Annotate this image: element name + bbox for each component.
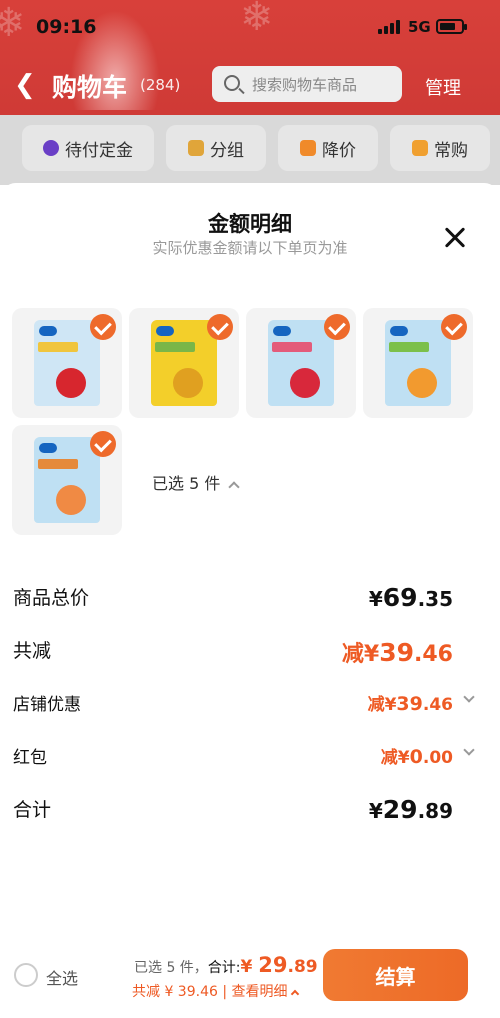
signal-icon [378, 20, 402, 34]
select-all-radio[interactable] [14, 963, 38, 987]
chevron-down-icon [463, 691, 475, 703]
checkout-bar: 全选 已选 5 件，合计:¥ 29.89 共减 ¥ 39.46 | 查看明细 结… [0, 933, 500, 1018]
row-label: 红包 [13, 748, 47, 768]
product-image [268, 320, 334, 406]
checked-icon[interactable] [207, 314, 233, 340]
filter-group[interactable]: 分组 [166, 125, 266, 171]
cart-count: (284) [140, 76, 181, 94]
back-arrow-icon[interactable]: ❮ [14, 70, 36, 100]
filter-label: 待付定金 [65, 140, 133, 161]
product-thumb-banana[interactable] [129, 308, 239, 418]
red-packet-value: 减¥0.00 [380, 746, 453, 768]
row-label: 商品总价 [13, 587, 90, 609]
status-time: 09:16 [36, 16, 97, 38]
chevron-up-icon [228, 480, 241, 493]
checked-icon[interactable] [90, 431, 116, 457]
filter-label: 分组 [210, 140, 244, 161]
filter-bar: 待付定金 分组 降价 常购 [0, 115, 500, 185]
checked-icon[interactable] [90, 314, 116, 340]
selected-summary: 已选 5 件，合计:¥ 29.89 [134, 953, 318, 977]
search-placeholder: 搜索购物车商品 [252, 76, 358, 94]
product-image [385, 320, 451, 406]
product-image [34, 320, 100, 406]
search-input[interactable]: 搜索购物车商品 [212, 66, 402, 102]
product-thumb-peach[interactable] [363, 308, 473, 418]
network-type: 5G [408, 18, 431, 36]
row-label: 店铺优惠 [13, 695, 81, 715]
filter-label: 降价 [322, 140, 356, 161]
filter-deposit[interactable]: 待付定金 [22, 125, 154, 171]
row-label: 共减 [13, 640, 52, 662]
chevron-up-icon [290, 989, 299, 999]
product-thumb-apricot[interactable] [12, 425, 122, 535]
selected-count-label: 已选 5 件 [152, 474, 221, 493]
select-all-label[interactable]: 全选 [46, 965, 78, 989]
checked-icon[interactable] [324, 314, 350, 340]
total-value: ¥29.89 [368, 795, 453, 824]
row-red-packet[interactable]: 红包 减¥0.00 [13, 743, 483, 769]
store-discount-value: 减¥39.46 [367, 693, 453, 715]
total-discount-value: 减¥39.46 [341, 638, 453, 667]
sheet-title: 金额明细 [208, 212, 292, 236]
row-total: 合计 ¥29.89 [13, 795, 483, 825]
product-thumb-apple[interactable] [12, 308, 122, 418]
folder-icon [188, 140, 204, 156]
row-total-discount: 共减 减¥39.46 [13, 636, 483, 667]
clock-icon [43, 140, 59, 156]
row-subtotal: 商品总价 ¥69.35 [13, 583, 483, 613]
status-bar: 09:16 5G [0, 0, 500, 56]
checked-icon[interactable] [441, 314, 467, 340]
cart-icon [412, 140, 428, 156]
sheet-subtitle: 实际优惠金额请以下单页为准 [152, 239, 348, 257]
checkout-button[interactable]: 结算 [323, 949, 468, 1001]
product-thumb-strawberry[interactable] [246, 308, 356, 418]
battery-icon [436, 19, 467, 34]
filter-price-drop[interactable]: 降价 [278, 125, 378, 171]
amount-detail-sheet: 金额明细 实际优惠金额请以下单页为准 已选 5 件 商品总价 ¥69.35 共减… [0, 183, 500, 933]
search-icon [224, 75, 240, 91]
filter-frequent[interactable]: 常购 [390, 125, 490, 171]
selected-count-toggle[interactable]: 已选 5 件 [152, 470, 241, 494]
row-label: 合计 [13, 799, 52, 821]
filter-label: 常购 [434, 140, 468, 161]
row-store-discount[interactable]: 店铺优惠 减¥39.46 [13, 690, 483, 716]
top-nav: ❮ 购物车 (284) 搜索购物车商品 管理 [0, 60, 500, 110]
product-image [34, 437, 100, 523]
product-image [151, 320, 217, 406]
close-icon[interactable] [440, 223, 470, 253]
price-drop-icon [300, 140, 316, 156]
page-title: 购物车 [52, 73, 128, 102]
chevron-down-icon [463, 744, 475, 756]
manage-button[interactable]: 管理 [425, 74, 461, 100]
view-details-link[interactable]: 共减 ¥ 39.46 | 查看明细 [132, 981, 299, 1001]
subtotal-value: ¥69.35 [368, 583, 453, 612]
